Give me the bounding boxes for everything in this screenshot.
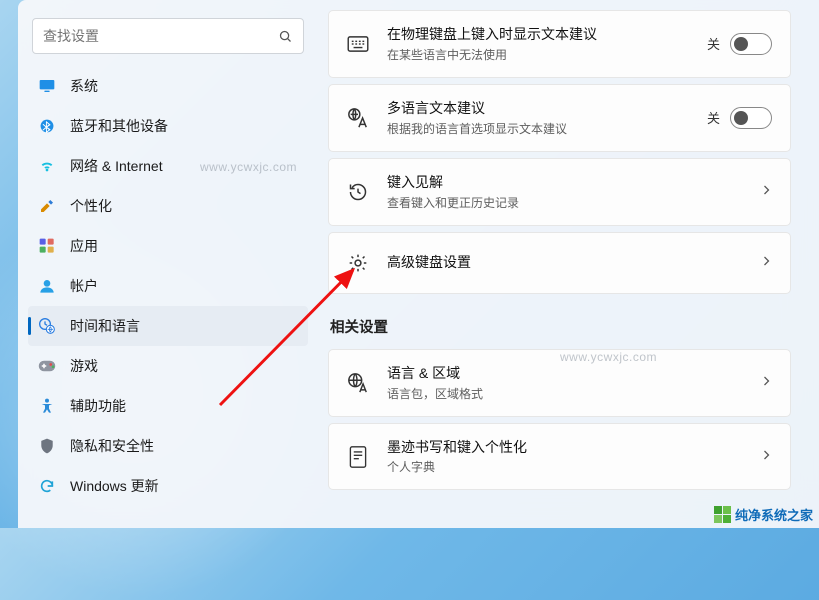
sidebar-item-label: 帐户 — [70, 276, 98, 296]
card-text: 在物理键盘上键入时显示文本建议 在某些语言中无法使用 — [387, 25, 689, 63]
search-box[interactable] — [32, 18, 304, 54]
card-advanced-keyboard[interactable]: 高级键盘设置 — [328, 232, 791, 294]
card-title: 在物理键盘上键入时显示文本建议 — [387, 25, 689, 44]
sidebar-item-apps[interactable]: 应用 — [28, 226, 308, 266]
chevron-right-icon — [760, 374, 772, 392]
sidebar-list: 系统 蓝牙和其他设备 网络 & Internet 个性化 — [28, 66, 308, 506]
sidebar-item-label: 隐私和安全性 — [70, 436, 154, 456]
content-pane: 在物理键盘上键入时显示文本建议 在某些语言中无法使用 关 多语言文本建议 根据我… — [318, 0, 819, 528]
card-text: 键入见解 查看键入和更正历史记录 — [387, 173, 742, 211]
card-inking-typing[interactable]: 墨迹书写和键入个性化 个人字典 — [328, 423, 791, 491]
card-title: 墨迹书写和键入个性化 — [387, 438, 742, 457]
keyboard-icon — [347, 33, 369, 55]
sidebar-item-label: Windows 更新 — [70, 476, 159, 496]
gear-icon — [347, 252, 369, 274]
translate-icon — [347, 107, 369, 129]
wifi-icon — [38, 157, 56, 175]
search-button[interactable] — [278, 29, 293, 44]
sidebar-item-privacy[interactable]: 隐私和安全性 — [28, 426, 308, 466]
sidebar-item-label: 蓝牙和其他设备 — [70, 116, 168, 136]
card-text: 多语言文本建议 根据我的语言首选项显示文本建议 — [387, 99, 689, 137]
sidebar-item-label: 应用 — [70, 236, 98, 256]
sidebar-item-label: 系统 — [70, 76, 98, 96]
sidebar: 系统 蓝牙和其他设备 网络 & Internet 个性化 — [18, 0, 318, 528]
card-title: 多语言文本建议 — [387, 99, 689, 118]
sidebar-item-label: 网络 & Internet — [70, 156, 163, 176]
card-subtitle: 根据我的语言首选项显示文本建议 — [387, 120, 689, 137]
update-icon — [38, 477, 56, 495]
sidebar-item-personalization[interactable]: 个性化 — [28, 186, 308, 226]
sidebar-item-accessibility[interactable]: 辅助功能 — [28, 386, 308, 426]
card-text: 高级键盘设置 — [387, 253, 742, 272]
section-related-title: 相关设置 — [330, 316, 789, 337]
card-title: 语言 & 区域 — [387, 364, 742, 383]
account-icon — [38, 277, 56, 295]
card-typing-insights[interactable]: 键入见解 查看键入和更正历史记录 — [328, 158, 791, 226]
dictionary-icon — [347, 446, 369, 468]
card-subtitle: 语言包，区域格式 — [387, 385, 742, 402]
chevron-right-icon — [760, 448, 772, 466]
shield-icon — [38, 437, 56, 455]
apps-icon — [38, 237, 56, 255]
sidebar-item-gaming[interactable]: 游戏 — [28, 346, 308, 386]
toggle-label: 关 — [707, 34, 720, 53]
bluetooth-icon — [38, 117, 56, 135]
gamepad-icon — [38, 357, 56, 375]
card-language-region[interactable]: 语言 & 区域 语言包，区域格式 — [328, 349, 791, 417]
card-text: 语言 & 区域 语言包，区域格式 — [387, 364, 742, 402]
card-subtitle: 查看键入和更正历史记录 — [387, 194, 742, 211]
toggle-group: 关 — [707, 33, 772, 55]
search-icon — [278, 29, 293, 44]
display-icon — [38, 77, 56, 95]
sidebar-item-bluetooth[interactable]: 蓝牙和其他设备 — [28, 106, 308, 146]
card-title: 高级键盘设置 — [387, 253, 742, 272]
card-text: 墨迹书写和键入个性化 个人字典 — [387, 438, 742, 476]
sidebar-item-label: 个性化 — [70, 196, 112, 216]
time-lang-icon — [38, 317, 56, 335]
chevron-right-icon — [760, 183, 772, 201]
history-icon — [347, 181, 369, 203]
sidebar-item-system[interactable]: 系统 — [28, 66, 308, 106]
sidebar-item-time-language[interactable]: 时间和语言 — [28, 306, 308, 346]
search-input[interactable] — [43, 28, 278, 44]
toggle-switch[interactable] — [730, 107, 772, 129]
card-multilingual[interactable]: 多语言文本建议 根据我的语言首选项显示文本建议 关 — [328, 84, 791, 152]
settings-window: 系统 蓝牙和其他设备 网络 & Internet 个性化 — [18, 0, 819, 528]
card-title: 键入见解 — [387, 173, 742, 192]
sidebar-item-update[interactable]: Windows 更新 — [28, 466, 308, 506]
paint-icon — [38, 197, 56, 215]
card-subtitle: 个人字典 — [387, 458, 742, 475]
sidebar-item-network[interactable]: 网络 & Internet — [28, 146, 308, 186]
toggle-label: 关 — [707, 108, 720, 127]
sidebar-item-label: 游戏 — [70, 356, 98, 376]
card-subtitle: 在某些语言中无法使用 — [387, 46, 689, 63]
toggle-group: 关 — [707, 107, 772, 129]
sidebar-item-label: 时间和语言 — [70, 316, 140, 336]
sidebar-item-accounts[interactable]: 帐户 — [28, 266, 308, 306]
toggle-switch[interactable] — [730, 33, 772, 55]
sidebar-item-label: 辅助功能 — [70, 396, 126, 416]
access-icon — [38, 397, 56, 415]
chevron-right-icon — [760, 254, 772, 272]
card-typing-suggestions[interactable]: 在物理键盘上键入时显示文本建议 在某些语言中无法使用 关 — [328, 10, 791, 78]
globe-lang-icon — [347, 372, 369, 394]
